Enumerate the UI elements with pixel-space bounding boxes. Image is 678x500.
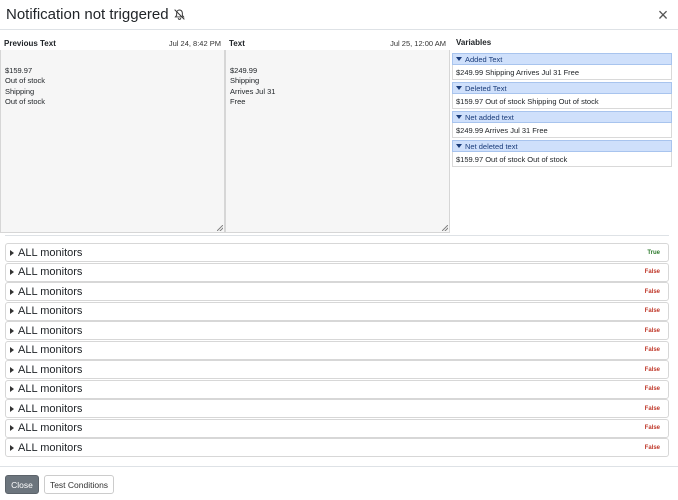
monitor-label: ALL monitors	[18, 285, 83, 298]
caret-right-icon	[10, 425, 14, 431]
variable-value: $249.99 Arrives Jul 31 Free	[452, 123, 672, 138]
monitor-row-left: ALL monitors	[10, 383, 82, 395]
variable-name: Deleted Text	[465, 83, 507, 93]
current-text-timestamp: Jul 25, 12:00 AM	[390, 38, 446, 48]
monitor-result: False	[644, 288, 660, 295]
close-icon[interactable]: ×	[655, 6, 671, 24]
monitor-result: False	[644, 386, 660, 392]
footer-divider	[0, 466, 678, 467]
monitor-row[interactable]: ALL monitors False	[5, 340, 669, 360]
monitor-row-left: ALL monitors	[10, 364, 82, 376]
monitor-label: ALL monitors	[18, 344, 83, 356]
monitor-row[interactable]: ALL monitors False	[5, 301, 669, 321]
resize-handle-icon[interactable]	[442, 225, 448, 231]
monitor-result: False	[644, 327, 660, 334]
caret-right-icon	[10, 386, 14, 392]
previous-text-header: Previous Text Jul 24, 8:42 PM	[0, 36, 225, 50]
monitor-result: False	[644, 347, 660, 353]
caret-down-icon	[456, 144, 462, 148]
monitor-row[interactable]: ALL monitors False	[5, 418, 669, 438]
test-conditions-button[interactable]: Test Conditions	[44, 475, 114, 494]
monitor-row-left: ALL monitors	[10, 344, 82, 356]
variable-toggle[interactable]: Added Text	[452, 53, 672, 65]
variable-value: $159.97 Out of stock Shipping Out of sto…	[452, 94, 672, 109]
modal-header: Notification not triggered ×	[0, 0, 678, 30]
monitor-row[interactable]: ALL monitors False	[5, 321, 669, 340]
monitor-result: False	[644, 444, 660, 451]
monitor-row[interactable]: ALL monitors False	[5, 262, 669, 282]
variable-name: Net added text	[465, 112, 514, 122]
monitor-row[interactable]: ALL monitors False	[5, 282, 669, 301]
variable-group-added-text: Added Text $249.99 Shipping Arrives Jul …	[452, 53, 672, 80]
current-text-label: Text	[229, 38, 245, 48]
caret-down-icon	[456, 57, 462, 61]
variable-name: Net deleted text	[465, 141, 518, 151]
monitor-row[interactable]: ALL monitors False	[5, 379, 669, 399]
variable-toggle[interactable]: Deleted Text	[452, 82, 672, 94]
monitor-label: ALL monitors	[18, 441, 83, 454]
monitor-row-left: ALL monitors	[10, 325, 82, 337]
caret-right-icon	[10, 269, 14, 275]
caret-right-icon	[10, 405, 14, 412]
monitor-row[interactable]: ALL monitors False	[5, 399, 669, 418]
caret-down-icon	[456, 86, 462, 90]
modal-title-wrap: Notification not triggered	[6, 6, 186, 23]
caret-right-icon	[10, 308, 14, 314]
variable-value: $249.99 Shipping Arrives Jul 31 Free	[452, 65, 672, 80]
monitor-row-left: ALL monitors	[10, 442, 82, 454]
monitor-label: ALL monitors	[18, 422, 83, 434]
previous-text-label: Previous Text	[4, 38, 56, 48]
monitor-result: False	[644, 308, 660, 314]
monitor-row-left: ALL monitors	[10, 305, 82, 317]
section-divider	[5, 235, 669, 236]
monitor-row-left: ALL monitors	[10, 403, 82, 415]
caret-right-icon	[10, 444, 14, 451]
monitor-row-left: ALL monitors	[10, 266, 82, 278]
previous-text-content: $159.97 Out of stock Shipping Out of sto…	[5, 65, 46, 107]
monitor-result: True	[647, 249, 660, 256]
variable-name: Added Text	[465, 54, 503, 64]
monitor-row-left: ALL monitors	[10, 247, 82, 259]
monitor-result: False	[644, 269, 660, 275]
close-button[interactable]: Close	[5, 475, 39, 494]
current-text-area[interactable]: $249.99 Shipping Arrives Jul 31 Free	[225, 50, 450, 233]
monitor-result: False	[644, 425, 660, 431]
current-text-panel: Text Jul 25, 12:00 AM	[225, 36, 450, 50]
variable-group-net-deleted-text: Net deleted text $159.97 Out of stock Ou…	[452, 140, 672, 167]
monitor-label: ALL monitors	[18, 246, 83, 259]
caret-right-icon	[10, 249, 14, 256]
variable-group-deleted-text: Deleted Text $159.97 Out of stock Shippi…	[452, 82, 672, 109]
monitor-label: ALL monitors	[18, 266, 83, 278]
current-text-content: $249.99 Shipping Arrives Jul 31 Free	[230, 65, 276, 107]
variables-title: Variables	[456, 38, 492, 47]
previous-text-area[interactable]: $159.97 Out of stock Shipping Out of sto…	[0, 50, 225, 233]
variable-toggle[interactable]: Net deleted text	[452, 140, 672, 152]
caret-right-icon	[10, 366, 14, 373]
current-text-header: Text Jul 25, 12:00 AM	[225, 36, 450, 50]
caret-right-icon	[10, 327, 14, 334]
monitor-row-left: ALL monitors	[10, 422, 82, 434]
monitor-result: False	[644, 405, 660, 412]
variable-group-net-added-text: Net added text $249.99 Arrives Jul 31 Fr…	[452, 111, 672, 138]
monitor-label: ALL monitors	[18, 363, 83, 376]
monitor-result: False	[644, 366, 660, 373]
monitor-label: ALL monitors	[18, 305, 83, 317]
caret-right-icon	[10, 288, 14, 295]
monitor-row[interactable]: ALL monitors False	[5, 438, 669, 457]
monitor-row[interactable]: ALL monitors True	[5, 243, 669, 262]
monitor-label: ALL monitors	[18, 402, 83, 415]
monitor-label: ALL monitors	[18, 324, 83, 337]
variable-value: $159.97 Out of stock Out of stock	[452, 152, 672, 167]
caret-right-icon	[10, 347, 14, 353]
resize-handle-icon[interactable]	[217, 225, 223, 231]
monitor-row-left: ALL monitors	[10, 286, 82, 298]
caret-down-icon	[456, 115, 462, 119]
monitor-label: ALL monitors	[18, 383, 83, 395]
previous-text-panel: Previous Text Jul 24, 8:42 PM	[0, 36, 225, 50]
bell-slash-icon	[173, 8, 186, 21]
monitor-row[interactable]: ALL monitors False	[5, 360, 669, 379]
variable-toggle[interactable]: Net added text	[452, 111, 672, 123]
modal-title: Notification not triggered	[6, 6, 169, 23]
previous-text-timestamp: Jul 24, 8:42 PM	[168, 38, 221, 48]
